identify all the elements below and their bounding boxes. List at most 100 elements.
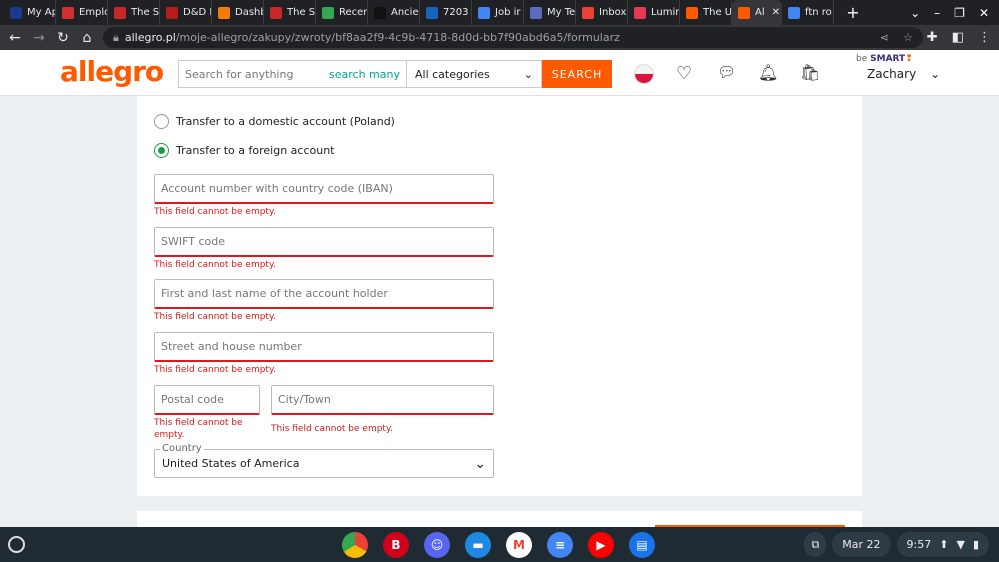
heart-icon[interactable]: ♡ bbox=[676, 63, 692, 84]
favicon-icon bbox=[374, 6, 386, 19]
browser-tab[interactable]: Lumir bbox=[628, 0, 680, 25]
chevron-down-icon: ⌄ bbox=[474, 455, 486, 472]
tab-title: 7203 bbox=[443, 7, 469, 18]
bookmark-star-icon[interactable]: ☆ bbox=[903, 31, 913, 44]
radio-button-selected[interactable] bbox=[154, 143, 169, 158]
browser-tab[interactable]: D&D B bbox=[160, 0, 212, 25]
country-label: Country bbox=[160, 443, 204, 454]
docs-icon[interactable]: ≡ bbox=[547, 532, 573, 558]
browser-tab[interactable]: Job ir bbox=[472, 0, 524, 25]
favicon-icon bbox=[166, 6, 178, 19]
date[interactable]: Mar 22 bbox=[832, 532, 891, 557]
browser-tab[interactable]: My Ap bbox=[4, 0, 56, 25]
lock-icon: 🔒︎ bbox=[113, 30, 119, 44]
search-button[interactable]: SEARCH bbox=[542, 60, 612, 88]
site-header: allegro Search for anything search many … bbox=[0, 50, 999, 96]
discord-icon[interactable]: ☺ bbox=[424, 532, 450, 558]
search-input[interactable]: Search for anything search many bbox=[178, 60, 407, 88]
close-window-icon[interactable]: ✕ bbox=[979, 6, 989, 20]
tab-title: The S bbox=[287, 7, 316, 18]
home-icon[interactable]: ⌂ bbox=[75, 30, 99, 46]
close-tab-icon[interactable]: ✕ bbox=[772, 7, 780, 18]
radio-domestic-account[interactable]: Transfer to a domestic account (Poland) bbox=[154, 114, 395, 129]
favicon-icon bbox=[62, 6, 74, 19]
postal-code-input[interactable]: Postal code bbox=[154, 385, 260, 415]
address-bar[interactable]: 🔒︎ allegro.pl/moje-allegro/zakupy/zwroty… bbox=[103, 27, 923, 48]
menu-icon[interactable]: ⋮ bbox=[978, 30, 991, 45]
side-panel-icon[interactable]: ◧ bbox=[952, 30, 964, 45]
browser-tab[interactable]: 7203 bbox=[420, 0, 472, 25]
search-many-link[interactable]: search many bbox=[329, 68, 400, 81]
radio-button[interactable] bbox=[154, 114, 169, 129]
bell-icon[interactable]: 🔔︎ bbox=[758, 63, 778, 82]
minimize-icon[interactable]: – bbox=[934, 6, 940, 20]
browser-tab[interactable]: Dashb bbox=[212, 0, 264, 25]
browser-tab[interactable]: The S bbox=[264, 0, 316, 25]
back-icon[interactable]: ← bbox=[3, 30, 27, 46]
tab-title: My Te bbox=[547, 7, 576, 18]
favicon-icon bbox=[10, 6, 22, 19]
tab-title: Al bbox=[755, 7, 765, 18]
browser-tab[interactable]: Ancie bbox=[368, 0, 420, 25]
chrome-icon[interactable] bbox=[342, 532, 368, 558]
user-menu[interactable]: Zachary ⌄ bbox=[867, 67, 940, 81]
tab-title: Dashb bbox=[235, 7, 264, 18]
tab-title: The S bbox=[131, 7, 160, 18]
country-select[interactable]: Country United States of America ⌄ bbox=[154, 443, 494, 478]
cart-icon[interactable]: 🛍︎ bbox=[800, 63, 820, 82]
radio-foreign-account[interactable]: Transfer to a foreign account bbox=[154, 143, 335, 158]
smart-badge[interactable]: be SMART❢ bbox=[856, 54, 913, 64]
favicon-icon bbox=[530, 6, 542, 19]
favicon-icon bbox=[686, 6, 698, 19]
swift-input[interactable]: SWIFT code bbox=[154, 227, 494, 257]
youtube-icon[interactable]: ▶ bbox=[588, 532, 614, 558]
favicon-icon bbox=[322, 6, 334, 19]
messages-icon[interactable]: 💬︎ bbox=[717, 63, 736, 81]
reload-icon[interactable]: ↻ bbox=[51, 30, 75, 46]
browser-tab[interactable]: The S bbox=[108, 0, 160, 25]
files-icon[interactable]: ▬ bbox=[465, 532, 491, 558]
favicon-icon bbox=[582, 6, 594, 19]
launcher-icon[interactable] bbox=[8, 536, 25, 553]
messages-app-icon[interactable]: ▤ bbox=[629, 532, 655, 558]
wifi-icon: ▼ bbox=[956, 538, 965, 551]
tab-search-icon[interactable]: ⌄ bbox=[910, 6, 920, 20]
account-holder-input[interactable]: First and last name of the account holde… bbox=[154, 279, 494, 309]
share-icon[interactable]: ⋖ bbox=[880, 31, 889, 44]
browser-tab[interactable]: ftn ro bbox=[782, 0, 834, 25]
browser-tab[interactable]: My Te bbox=[524, 0, 576, 25]
street-input[interactable]: Street and house number bbox=[154, 332, 494, 362]
chevron-down-icon: ⌄ bbox=[523, 67, 533, 81]
browser-tab[interactable]: Recen bbox=[316, 0, 368, 25]
category-value: All categories bbox=[415, 67, 490, 81]
browser-tab[interactable]: Inbox bbox=[576, 0, 628, 25]
favicon-icon bbox=[738, 6, 750, 19]
iban-input[interactable]: Account number with country code (IBAN) bbox=[154, 174, 494, 204]
b-app-icon[interactable]: B bbox=[383, 532, 409, 558]
browser-tab[interactable]: The U bbox=[680, 0, 732, 25]
iban-error: This field cannot be empty. bbox=[154, 207, 276, 217]
user-name: Zachary bbox=[867, 67, 917, 81]
status-area[interactable]: 9:57 ⬆ ▼ ▮ bbox=[896, 532, 989, 557]
tab-title: Job ir bbox=[495, 7, 521, 18]
extensions-icon[interactable]: ✚ bbox=[927, 30, 938, 45]
restore-icon[interactable]: ❐ bbox=[954, 6, 965, 20]
city-error: This field cannot be empty. bbox=[271, 424, 393, 434]
tab-strip: My Ap Emplo The S D&D B Dashb The S Recen Ancie… bbox=[0, 0, 999, 25]
poland-flag-icon[interactable] bbox=[634, 64, 654, 84]
new-tab-button[interactable]: + bbox=[842, 3, 864, 22]
screenshot-icon[interactable]: ⧉ bbox=[804, 532, 827, 557]
battery-icon: ▮ bbox=[972, 538, 979, 551]
forward-icon[interactable]: → bbox=[27, 30, 51, 46]
tab-title: ftn ro bbox=[805, 7, 832, 18]
gmail-icon[interactable]: M bbox=[506, 532, 532, 558]
browser-tab[interactable]: Al ✕ bbox=[732, 0, 782, 25]
url-path: /moje-allegro/zakupy/zwroty/bf8aa2f9-4c9… bbox=[175, 31, 620, 44]
browser-tab[interactable]: Emplo bbox=[56, 0, 108, 25]
category-select[interactable]: All categories ⌄ bbox=[407, 60, 542, 88]
tab-title: Ancie bbox=[391, 7, 419, 18]
allegro-logo[interactable]: allegro bbox=[60, 55, 164, 88]
refund-form: Transfer to a domestic account (Poland) … bbox=[137, 96, 862, 496]
tab-title: D&D B bbox=[183, 7, 211, 18]
city-input[interactable]: City/Town bbox=[271, 385, 494, 415]
